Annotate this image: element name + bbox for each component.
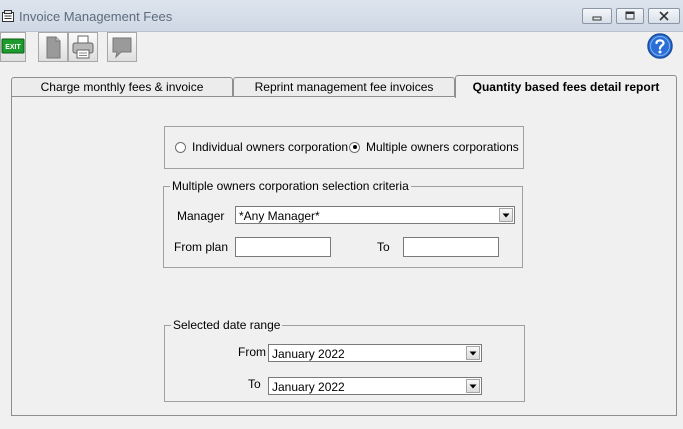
- to-plan-label: To: [377, 240, 390, 254]
- tab-quantity-based-fees-report[interactable]: Quantity based fees detail report: [455, 75, 677, 98]
- tab-reprint-invoices[interactable]: Reprint management fee invoices: [233, 77, 455, 97]
- date-from-value: January 2022: [272, 347, 345, 361]
- date-to-dropdown-button[interactable]: [466, 379, 480, 393]
- maximize-icon: [625, 11, 635, 20]
- date-from-label: From: [238, 345, 266, 359]
- dropdown-arrow-icon: [469, 351, 477, 356]
- date-to-select[interactable]: January 2022: [268, 377, 482, 395]
- date-to-label: To: [248, 377, 261, 391]
- date-from-dropdown-button[interactable]: [466, 346, 480, 360]
- tab-charge-monthly-fees[interactable]: Charge monthly fees & invoice: [11, 77, 233, 97]
- manager-label: Manager: [177, 209, 225, 223]
- close-icon: [659, 11, 669, 21]
- maximize-button[interactable]: [616, 8, 644, 24]
- to-plan-input[interactable]: [403, 237, 499, 257]
- exit-icon: EXIT: [1, 38, 25, 54]
- radio-circle-checked: [349, 141, 360, 153]
- app-icon: [2, 10, 14, 22]
- radio-multiple-owners-corporations[interactable]: Multiple owners corporations: [349, 140, 519, 154]
- radio-individual-owners-corporation[interactable]: Individual owners corporation: [175, 140, 348, 154]
- close-button[interactable]: [648, 8, 680, 24]
- radio-individual-label: Individual owners corporation: [192, 140, 349, 154]
- minimize-icon: [592, 16, 602, 21]
- date-range-legend: Selected date range: [171, 318, 283, 332]
- radio-circle: [175, 141, 186, 153]
- criteria-legend: Multiple owners corporation selection cr…: [170, 179, 411, 193]
- tab-panel: Individual owners corporation Multiple o…: [11, 96, 677, 416]
- date-to-value: January 2022: [272, 380, 345, 394]
- window-title: Invoice Management Fees: [19, 9, 173, 24]
- manager-dropdown-button[interactable]: [499, 208, 513, 222]
- from-plan-label: From plan: [174, 240, 229, 254]
- printer-icon: [72, 35, 94, 59]
- scope-radio-group: Individual owners corporation Multiple o…: [164, 126, 524, 169]
- dropdown-arrow-icon: [502, 213, 510, 218]
- help-button[interactable]: [646, 32, 674, 60]
- comment-icon: [112, 37, 132, 59]
- comment-button[interactable]: [107, 32, 137, 62]
- selection-criteria-group: Multiple owners corporation selection cr…: [163, 179, 523, 268]
- radio-multiple-label: Multiple owners corporations: [366, 140, 519, 154]
- exit-label: EXIT: [5, 44, 21, 51]
- document-button[interactable]: [38, 32, 68, 62]
- date-range-group: Selected date range From January 2022 To…: [164, 318, 525, 402]
- print-button[interactable]: [68, 32, 98, 62]
- dropdown-arrow-icon: [469, 384, 477, 389]
- title-bar: Invoice Management Fees: [0, 0, 683, 32]
- manager-select-value: *Any Manager*: [239, 209, 320, 223]
- document-icon: [46, 36, 61, 59]
- from-plan-input[interactable]: [235, 237, 331, 257]
- minimize-button[interactable]: [582, 8, 612, 24]
- help-icon: [647, 33, 673, 59]
- manager-select[interactable]: *Any Manager*: [235, 206, 515, 224]
- tab-strip: Charge monthly fees & invoice Reprint ma…: [11, 75, 677, 98]
- date-from-select[interactable]: January 2022: [268, 344, 482, 362]
- exit-button[interactable]: EXIT: [0, 32, 26, 62]
- toolbar: EXIT: [0, 32, 683, 64]
